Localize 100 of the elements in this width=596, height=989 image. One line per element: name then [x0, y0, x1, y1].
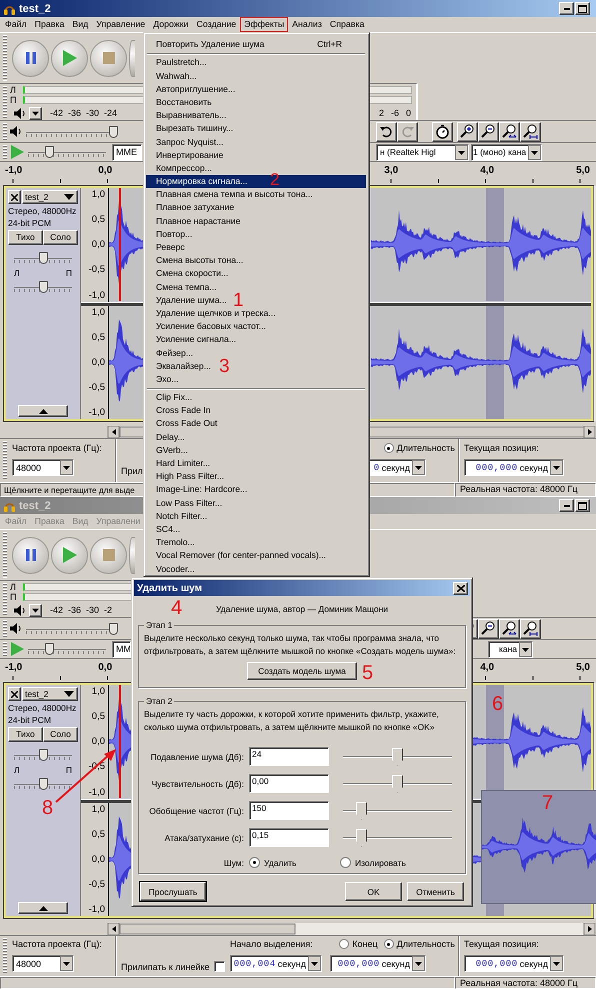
- toolbar-grip[interactable]: [3, 86, 7, 118]
- menu-item[interactable]: Paulstretch...: [146, 56, 366, 70]
- solo-button[interactable]: Соло: [43, 230, 78, 245]
- menu-item[interactable]: Правка: [30, 17, 68, 32]
- menu-item[interactable]: Удаление шума... 1: [146, 294, 366, 307]
- mute-button[interactable]: Тихо: [8, 230, 43, 245]
- dropdown-button[interactable]: [29, 604, 42, 616]
- menu-item[interactable]: Cross Fade Out: [146, 417, 366, 431]
- menu-item[interactable]: Управление: [92, 17, 150, 32]
- menu-item[interactable]: Дорожки: [149, 17, 192, 32]
- menu-item[interactable]: Cross Fade In: [146, 404, 366, 418]
- menu-item[interactable]: Vocal Remover (for center-panned vocals)...: [146, 549, 366, 562]
- close-button[interactable]: [453, 582, 468, 594]
- dropdown[interactable]: MM: [112, 640, 131, 658]
- checkbox[interactable]: [214, 961, 225, 972]
- create-noise-profile-button[interactable]: Создать модель шума: [247, 662, 357, 680]
- close-button[interactable]: [8, 190, 21, 204]
- track-name-menu[interactable]: test_2: [22, 190, 78, 204]
- dropdown-button[interactable]: [29, 106, 42, 120]
- toolbar-grip[interactable]: [3, 35, 7, 81]
- menu-item[interactable]: Восстановить: [146, 96, 366, 110]
- menu-item[interactable]: Инвертирование: [146, 148, 366, 162]
- minimize-button[interactable]: [559, 499, 574, 512]
- menu-item[interactable]: Tremolo...: [146, 536, 366, 550]
- dropdown[interactable]: н (Realtek Higl: [376, 144, 469, 160]
- radio-option[interactable]: Конец: [339, 939, 378, 949]
- menu-item[interactable]: Автоприглушение...: [146, 82, 366, 96]
- menu-item[interactable]: Запрос Nyquist...: [146, 136, 366, 149]
- menu-item[interactable]: Эффекты: [240, 17, 288, 32]
- radio-option[interactable]: Длительность: [384, 443, 455, 453]
- dropdown[interactable]: 1 (моно) кана: [471, 144, 542, 160]
- menu-item[interactable]: SC4...: [146, 522, 366, 536]
- menu-item[interactable]: Вид: [68, 17, 92, 32]
- time-field[interactable]: 000,000 секунд: [464, 955, 564, 972]
- menu-item[interactable]: Анализ: [288, 17, 326, 32]
- menu-item[interactable]: Clip Fix...: [146, 391, 366, 404]
- menu-item[interactable]: Wahwah...: [146, 70, 366, 83]
- zoom-fit-button[interactable]: [499, 122, 520, 142]
- time-field[interactable]: 000,000 секунд: [330, 955, 426, 972]
- menu-item[interactable]: Плавное затухание: [146, 201, 366, 215]
- menu-item[interactable]: Image-Line: Hardcore...: [146, 483, 366, 497]
- time-field[interactable]: 000,000 секунд: [464, 459, 564, 476]
- menu-item[interactable]: Выравниватель...: [146, 109, 366, 122]
- dropdown[interactable]: MME: [112, 144, 142, 160]
- mute-button[interactable]: Тихо: [8, 727, 43, 742]
- menu-item[interactable]: Файл: [1, 17, 31, 32]
- menu-item[interactable]: Создание: [192, 17, 240, 32]
- collapse-button[interactable]: [18, 902, 68, 914]
- zoom-width-button[interactable]: [520, 122, 541, 142]
- toolbar-grip[interactable]: [3, 620, 7, 637]
- menu-item[interactable]: Нормировка сигнала... 2: [146, 175, 366, 188]
- pause-button[interactable]: [12, 40, 49, 76]
- dialog-button[interactable]: OK: [345, 882, 402, 901]
- zoom-in-button[interactable]: [457, 122, 478, 142]
- zoom-width-button[interactable]: [520, 618, 541, 638]
- toolbar-grip[interactable]: [3, 583, 7, 615]
- close-button[interactable]: [8, 687, 21, 701]
- menu-item[interactable]: Плавная смена темпа и высоты тона...: [146, 188, 366, 202]
- zoom-out-button[interactable]: [478, 122, 499, 142]
- slider-thumb[interactable]: [108, 126, 118, 138]
- input-field[interactable]: 0,15: [249, 828, 329, 847]
- minimize-button[interactable]: [559, 2, 574, 15]
- zoom-fit-button[interactable]: [499, 618, 520, 638]
- dialog-button[interactable]: Отменить: [407, 882, 464, 901]
- slider-thumb[interactable]: [38, 749, 48, 761]
- dialog-button[interactable]: Прослушать: [140, 882, 206, 901]
- toolbar-grip[interactable]: [3, 145, 7, 159]
- timer-button[interactable]: [432, 122, 453, 142]
- radio-option[interactable]: Длительность: [384, 939, 455, 949]
- menu-item[interactable]: Notch Filter...: [146, 510, 366, 523]
- menu-item[interactable]: Вырезать тишину...: [146, 122, 366, 136]
- radio-option[interactable]: Удалить: [249, 857, 335, 868]
- maximize-button[interactable]: [575, 499, 590, 512]
- menu-item[interactable]: Delay...: [146, 430, 366, 444]
- maximize-button[interactable]: [575, 2, 590, 15]
- toolbar-grip[interactable]: [3, 441, 7, 480]
- menu-item[interactable]: Плавное нарастание: [146, 214, 366, 228]
- pause-button[interactable]: [12, 536, 49, 574]
- menu-item[interactable]: Эхо...: [146, 372, 366, 386]
- track-name-menu[interactable]: test_2: [22, 687, 78, 701]
- menu-item[interactable]: Смена темпа...: [146, 280, 366, 294]
- input-field[interactable]: 24: [249, 747, 329, 766]
- toolbar-grip[interactable]: [3, 938, 7, 974]
- menu-item[interactable]: Справка: [326, 17, 368, 32]
- menu-item[interactable]: Смена высоты тона...: [146, 254, 366, 268]
- menu-item[interactable]: Low Pass Filter...: [146, 496, 366, 510]
- dropdown[interactable]: 48000: [12, 955, 74, 972]
- menu-item[interactable]: Vocoder...: [146, 562, 366, 576]
- input-field[interactable]: 0,00: [249, 774, 329, 793]
- menu-item[interactable]: Фейзер...: [146, 346, 366, 360]
- slider-thumb[interactable]: [45, 643, 54, 655]
- toolbar-grip[interactable]: [3, 123, 7, 140]
- slider-thumb[interactable]: [45, 146, 54, 158]
- slider-thumb[interactable]: [38, 252, 48, 264]
- toolbar-grip[interactable]: [3, 642, 7, 656]
- slider-thumb[interactable]: [38, 281, 48, 293]
- collapse-button[interactable]: [18, 405, 68, 417]
- menu-item[interactable]: Смена скорости...: [146, 267, 366, 281]
- menu-item[interactable]: Реверс: [146, 241, 366, 254]
- time-field[interactable]: 000,004 секунд: [230, 955, 322, 972]
